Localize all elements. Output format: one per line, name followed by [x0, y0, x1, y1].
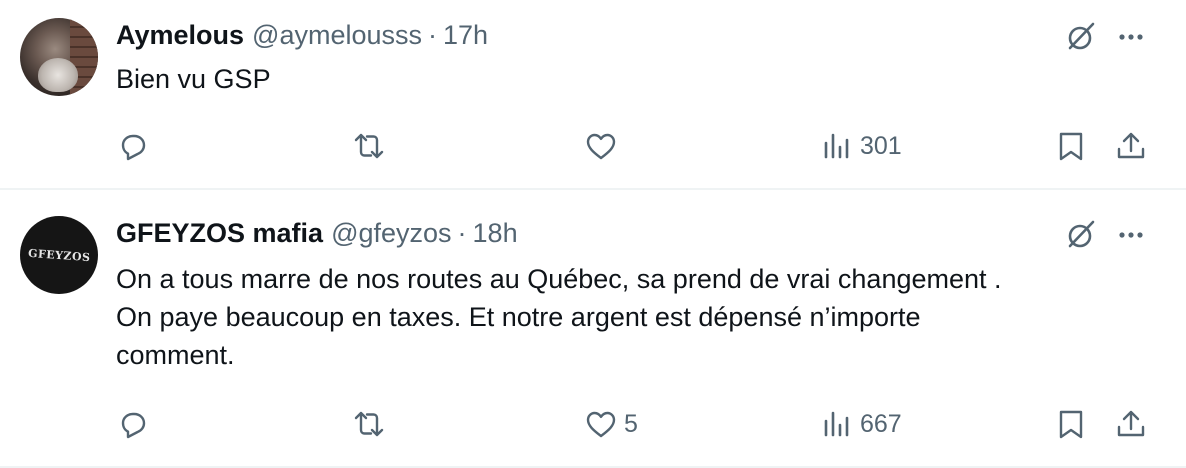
reply-icon	[121, 134, 146, 161]
author-name[interactable]: Aymelous	[116, 20, 244, 51]
retweet-button[interactable]	[352, 126, 386, 166]
bookmark-button[interactable]	[1054, 126, 1088, 166]
timestamp[interactable]: 17h	[443, 20, 488, 51]
more-icon[interactable]	[1114, 20, 1148, 54]
author-name[interactable]: GFEYZOS mafia	[116, 218, 323, 249]
action-bar: 5 667	[0, 404, 1186, 444]
tweet-header: Aymelous @aymelousss · 17h	[116, 20, 488, 56]
avatar-logo-text: GFEYZOS	[27, 246, 91, 264]
grok-icon[interactable]	[1064, 20, 1098, 54]
like-count: 5	[624, 409, 638, 438]
tweet-text-line: comment.	[116, 340, 235, 370]
views-icon	[824, 133, 849, 159]
views-icon	[824, 411, 849, 437]
view-count: 301	[860, 131, 902, 160]
view-count: 667	[860, 409, 902, 438]
share-button[interactable]	[1114, 404, 1148, 444]
heart-icon	[586, 133, 616, 160]
retweet-icon	[354, 133, 384, 159]
grok-icon[interactable]	[1064, 218, 1098, 252]
share-icon	[1117, 410, 1145, 437]
views-button[interactable]: 667	[820, 404, 902, 444]
views-button[interactable]: 301	[820, 126, 902, 166]
share-icon	[1117, 132, 1145, 159]
bookmark-button[interactable]	[1054, 404, 1088, 444]
tweet[interactable]: Aymelous @aymelousss · 17h Bien vu GSP 3…	[0, 0, 1186, 188]
retweet-icon	[354, 411, 384, 437]
avatar[interactable]: GFEYZOS	[20, 216, 98, 294]
tweet-feed: Aymelous @aymelousss · 17h Bien vu GSP 3…	[0, 0, 1186, 468]
heart-icon	[586, 411, 616, 438]
tweet-text-line: Bien vu GSP	[116, 64, 271, 94]
tweet[interactable]: GFEYZOS GFEYZOS mafia @gfeyzos · 18h On …	[0, 190, 1186, 466]
bookmark-icon	[1059, 132, 1083, 161]
tweet-header: GFEYZOS mafia @gfeyzos · 18h	[116, 218, 518, 254]
like-button[interactable]: 5	[584, 404, 638, 444]
separator: ·	[428, 20, 438, 50]
tweet-text-line: On paye beaucoup en taxes. Et notre arge…	[116, 302, 921, 332]
tweet-text-line: On a tous marre de nos routes au Québec,…	[116, 264, 1002, 294]
timestamp[interactable]: 18h	[473, 218, 518, 249]
action-bar: 301	[0, 126, 1186, 166]
avatar[interactable]	[20, 18, 98, 96]
reply-button[interactable]	[116, 126, 150, 166]
separator: ·	[457, 218, 467, 248]
more-icon[interactable]	[1114, 218, 1148, 252]
bookmark-icon	[1059, 410, 1083, 439]
reply-button[interactable]	[116, 404, 150, 444]
author-handle[interactable]: @gfeyzos	[331, 218, 451, 249]
author-handle[interactable]: @aymelousss	[252, 20, 422, 51]
tweet-text: On a tous marre de nos routes au Québec,…	[116, 260, 1156, 374]
like-button[interactable]	[584, 126, 624, 166]
reply-icon	[121, 412, 146, 439]
tweet-text: Bien vu GSP	[116, 60, 1156, 98]
retweet-button[interactable]	[352, 404, 386, 444]
share-button[interactable]	[1114, 126, 1148, 166]
